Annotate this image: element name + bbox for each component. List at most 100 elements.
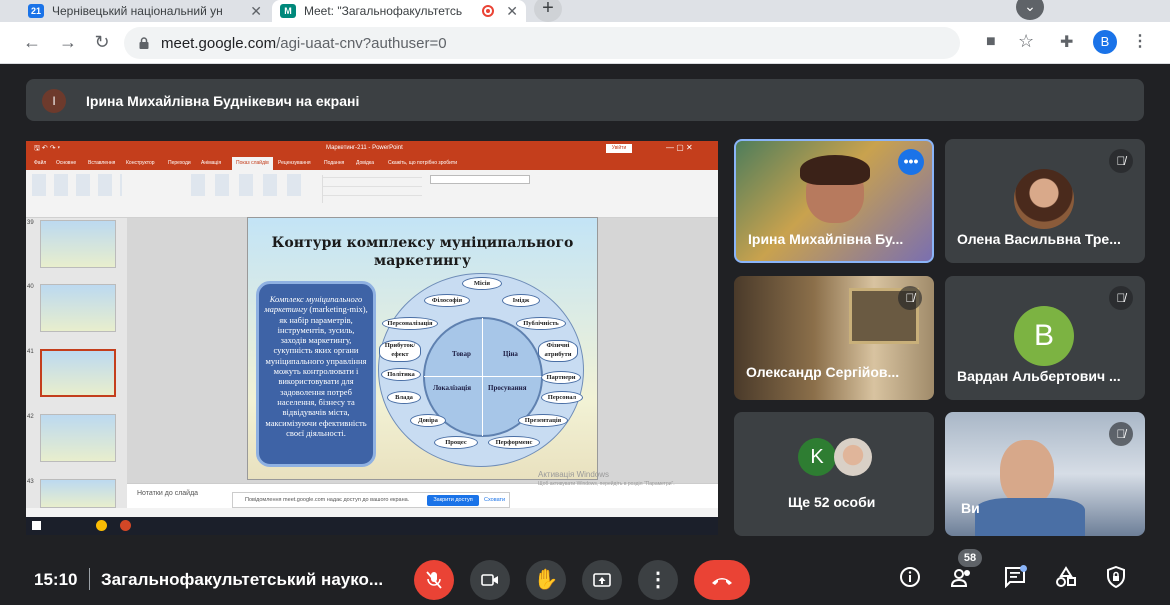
participant-count-badge: 58 xyxy=(958,549,982,567)
ring-item: Персонал xyxy=(541,391,583,404)
setup-checkboxes[interactable] xyxy=(322,175,422,203)
tab-review[interactable]: Рецензування xyxy=(278,160,311,166)
hide-link[interactable]: Сховати xyxy=(484,497,505,503)
star-icon[interactable]: ☆ xyxy=(1018,31,1034,52)
windows-start-icon[interactable] xyxy=(32,521,41,530)
participant-name: Ви xyxy=(961,500,980,516)
tab-slideshow[interactable]: Показ слайдів xyxy=(232,157,273,170)
raise-hand-button[interactable]: ✋ xyxy=(526,560,566,600)
url-text[interactable]: meet.google.com/agi-uaat-cnv?authuser=0 xyxy=(161,35,447,52)
lock-icon[interactable] xyxy=(138,37,150,49)
ring-item: Прибуток/ ефект xyxy=(379,340,421,362)
participant-tile[interactable]: 🎙̸ B Вардан Альбертович ... xyxy=(945,276,1145,400)
more-participants-tile[interactable]: K Ще 52 особи xyxy=(734,412,934,536)
avatar xyxy=(834,438,872,476)
ppt-ribbon-tabs: Файл Основне Вставлення Конструктор Пере… xyxy=(26,157,718,170)
tab-meet[interactable]: M Meet: "Загальнофакультетсь ✕ xyxy=(272,0,526,22)
thumb-number: 40 xyxy=(27,284,34,290)
present-button[interactable] xyxy=(582,560,622,600)
back-icon[interactable]: ← xyxy=(20,32,44,53)
stop-sharing-button[interactable]: Закрити доступ xyxy=(427,495,479,506)
self-tile[interactable]: 🎙̸ Ви xyxy=(945,412,1145,536)
tab-view[interactable]: Подання xyxy=(324,160,344,166)
quadrant-place: Локалізація xyxy=(433,384,471,392)
tab-insert[interactable]: Вставлення xyxy=(88,160,115,166)
windows-taskbar xyxy=(26,517,718,535)
slide-thumbnail[interactable] xyxy=(40,479,116,508)
shield-lock-icon xyxy=(1107,565,1125,589)
slide-thumbnail[interactable] xyxy=(40,220,116,268)
slide-thumbnail[interactable] xyxy=(40,414,116,462)
tab-file[interactable]: Файл xyxy=(34,160,46,166)
ring-item: Фізичні атрибути xyxy=(538,340,578,362)
slideshow-start-buttons[interactable] xyxy=(32,174,122,196)
ring-item: Довіра xyxy=(410,414,446,427)
thumb-number: 42 xyxy=(27,414,34,420)
slide-thumbnail-selected[interactable] xyxy=(40,349,116,397)
monitor-select[interactable] xyxy=(430,175,530,184)
leave-call-button[interactable] xyxy=(694,560,750,600)
tab-animations[interactable]: Анімація xyxy=(201,160,221,166)
ring-item: Імідж xyxy=(502,294,540,307)
forward-icon[interactable]: → xyxy=(56,32,80,53)
host-controls-button[interactable] xyxy=(1104,565,1128,590)
reload-icon[interactable]: ↻ xyxy=(90,32,114,53)
more-options-icon[interactable]: ••• xyxy=(898,149,924,175)
mic-off-icon xyxy=(426,571,442,589)
activities-icon xyxy=(1056,566,1076,587)
calendar-icon: 21 xyxy=(28,4,44,18)
divider xyxy=(424,376,542,377)
tab-transitions[interactable]: Переходи xyxy=(168,160,191,166)
url-host: meet.google.com xyxy=(161,35,277,52)
ring-item: Презентація xyxy=(518,414,568,427)
participant-name: Олександр Сергійов... xyxy=(746,364,900,380)
tab-help[interactable]: Довідка xyxy=(356,160,374,166)
close-icon[interactable]: ✕ xyxy=(506,3,518,20)
participant-tile[interactable]: ••• Ірина Михайлівна Бу... xyxy=(734,139,934,263)
quadrant-price: Ціна xyxy=(503,350,518,358)
windows-watermark-sub: Щоб активувати Windows, перейдіть в розд… xyxy=(538,481,675,487)
slide-thumbnails: 39 40 41 42 43 xyxy=(26,218,127,508)
close-icon[interactable]: ✕ xyxy=(250,3,262,20)
setup-buttons[interactable] xyxy=(191,174,301,196)
meet-icon: M xyxy=(280,4,296,18)
avatar xyxy=(1014,169,1074,229)
participant-tile[interactable]: 🎙̸ Олександр Сергійов... xyxy=(734,276,934,400)
extensions-icon[interactable]: ✚ xyxy=(1060,32,1073,52)
participant-tile[interactable]: 🎙̸ Олена Васильвна Тре... xyxy=(945,139,1145,263)
ring-item: Місія xyxy=(462,277,502,290)
quick-access-icons[interactable]: 🖫 ↶ ↷ ▾ xyxy=(34,144,60,155)
window-controls[interactable]: — ▢ ✕ xyxy=(666,143,693,152)
ring-item: Партнери xyxy=(541,371,581,384)
slide-title: Контури комплексу муніципального маркети… xyxy=(271,235,574,269)
profile-avatar[interactable]: B xyxy=(1093,30,1117,54)
presenter-label: Ірина Михайлівна Буднікевич на екрані xyxy=(86,93,360,109)
hand-icon: ✋ xyxy=(533,569,559,591)
sign-in-button[interactable]: Увійти xyxy=(606,144,632,153)
camera-icon xyxy=(481,574,498,586)
tell-me-box[interactable]: Скажіть, що потрібно зробити xyxy=(388,160,457,166)
self-shirt xyxy=(975,498,1085,536)
participant-name: Олена Васильвна Тре... xyxy=(957,231,1121,247)
avatar: I xyxy=(42,89,66,113)
camera-icon[interactable]: ■ xyxy=(986,33,996,51)
more-options-button[interactable]: ⋮ xyxy=(638,560,678,600)
ring-item: Філософія xyxy=(424,294,470,307)
ppt-ribbon xyxy=(26,170,718,218)
activities-button[interactable] xyxy=(1054,566,1078,590)
powerpoint-icon[interactable] xyxy=(120,520,131,531)
people-button[interactable] xyxy=(950,566,974,590)
camera-toggle-button[interactable] xyxy=(470,560,510,600)
avatar: K xyxy=(798,438,836,476)
tab-title: Meet: "Загальнофакультетсь xyxy=(304,4,463,18)
tab-design[interactable]: Конструктор xyxy=(126,160,155,166)
mic-toggle-button[interactable] xyxy=(414,560,454,600)
ppt-title-bar: 🖫 ↶ ↷ ▾ Маркетинг-211 - PowerPoint Увійт… xyxy=(26,141,718,157)
ring-item: Перформенс xyxy=(488,436,540,449)
tab-university[interactable]: 21 Чернівецький національний ун ✕ xyxy=(20,0,270,22)
slide-thumbnail[interactable] xyxy=(40,284,116,332)
chrome-icon[interactable] xyxy=(96,520,107,531)
menu-icon[interactable]: ⋮ xyxy=(1132,31,1148,51)
meeting-details-button[interactable] xyxy=(898,566,922,590)
tab-home[interactable]: Основне xyxy=(56,160,76,166)
